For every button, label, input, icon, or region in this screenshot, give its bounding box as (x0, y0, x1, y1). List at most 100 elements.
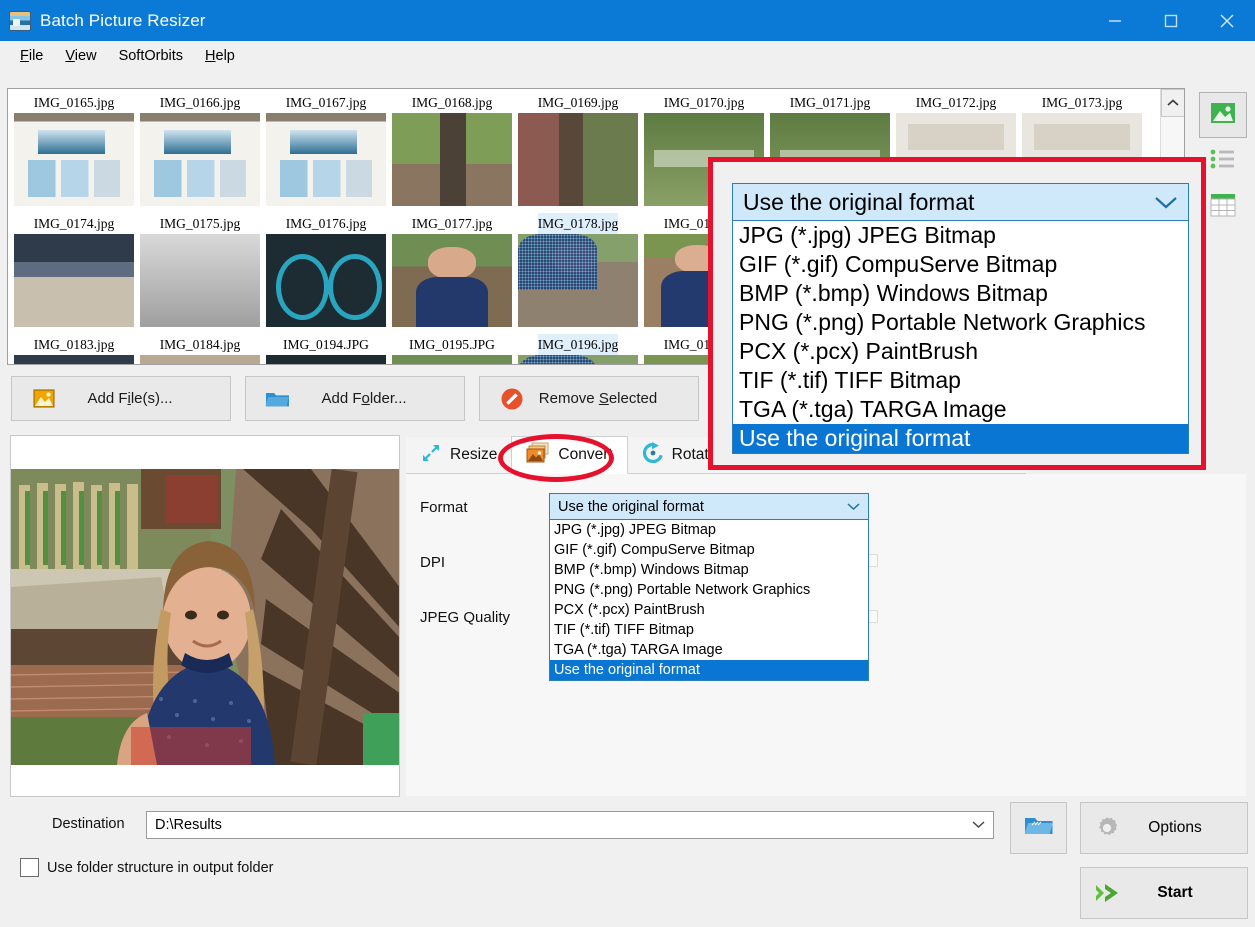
add-folder-button[interactable]: Add Folder... (245, 376, 465, 421)
callout-format-option[interactable]: PCX (*.pcx) PaintBrush (733, 337, 1188, 366)
callout-format-option[interactable]: TIF (*.tif) TIFF Bitmap (733, 366, 1188, 395)
thumbnail-image[interactable] (140, 234, 260, 327)
preview-photo-art (11, 469, 399, 765)
thumbnail-item[interactable]: IMG_0176.jpg (263, 213, 389, 332)
thumbnail-image[interactable] (518, 355, 638, 364)
thumbnail-image[interactable] (14, 234, 134, 327)
preview-pane (10, 435, 400, 797)
details-view-button[interactable] (1199, 184, 1247, 230)
tab-resize-label: Resize (450, 446, 498, 463)
remove-selected-button[interactable]: Remove Selected (479, 376, 699, 421)
folder-structure-checkbox-row[interactable]: Use folder structure in output folder (20, 858, 273, 877)
thumbnail-item[interactable]: IMG_0195.JPG (389, 334, 515, 364)
thumbnail-item[interactable]: IMG_0194.JPG (263, 334, 389, 364)
thumbnail-item[interactable]: IMG_0169.jpg (515, 92, 641, 211)
thumbnail-item[interactable]: IMG_0174.jpg (11, 213, 137, 332)
thumbnails-view-button[interactable] (1199, 92, 1247, 138)
format-option[interactable]: BMP (*.bmp) Windows Bitmap (550, 560, 868, 580)
thumbnail-image[interactable] (266, 234, 386, 327)
thumbnail-image[interactable] (140, 113, 260, 206)
open-folder-icon (1024, 814, 1054, 843)
callout-format-option[interactable]: BMP (*.bmp) Windows Bitmap (733, 279, 1188, 308)
thumbnail-item[interactable]: IMG_0178.jpg (515, 213, 641, 332)
thumbnail-item[interactable]: IMG_0183.jpg (11, 334, 137, 364)
list-icon (1210, 149, 1236, 174)
picture-icon (1210, 102, 1236, 129)
window-title: Batch Picture Resizer (40, 10, 206, 30)
format-label: Format (420, 499, 468, 516)
destination-combobox[interactable]: D:\Results (146, 811, 994, 839)
thumbnail-image[interactable] (14, 355, 134, 364)
folder-structure-checkbox[interactable] (20, 858, 39, 877)
callout-format-option[interactable]: GIF (*.gif) CompuServe Bitmap (733, 250, 1188, 279)
add-files-button[interactable]: Add File(s)... (11, 376, 231, 421)
thumbnail-image[interactable] (392, 234, 512, 327)
format-combobox[interactable]: Use the original format (549, 493, 869, 520)
format-option[interactable]: JPG (*.jpg) JPEG Bitmap (550, 520, 868, 540)
format-option[interactable]: GIF (*.gif) CompuServe Bitmap (550, 540, 868, 560)
scroll-up-button[interactable] (1161, 89, 1184, 117)
window-controls (1087, 0, 1255, 41)
format-option[interactable]: PCX (*.pcx) PaintBrush (550, 600, 868, 620)
thumbnail-image[interactable] (266, 355, 386, 364)
thumbnail-item[interactable]: IMG_0166.jpg (137, 92, 263, 211)
start-button[interactable]: Start (1080, 867, 1248, 919)
callout-format-option[interactable]: Use the original format (733, 424, 1188, 453)
thumbnail-image[interactable] (392, 355, 512, 364)
thumbnail-filename: IMG_0171.jpg (789, 95, 871, 110)
format-option[interactable]: TIF (*.tif) TIFF Bitmap (550, 620, 868, 640)
thumbnail-image[interactable] (518, 113, 638, 206)
thumbnail-item[interactable]: IMG_0184.jpg (137, 334, 263, 364)
thumbnail-image[interactable] (518, 234, 638, 327)
callout-format-combobox[interactable]: Use the original format (732, 183, 1189, 221)
menu-item-view[interactable]: View (54, 44, 107, 68)
thumbnail-image[interactable] (14, 113, 134, 206)
format-combobox-value: Use the original format (558, 498, 704, 515)
menu-item-help[interactable]: Help (194, 44, 246, 68)
thumbnail-filename: IMG_0176.jpg (285, 216, 367, 231)
thumbnail-item[interactable]: IMG_0196.jpg (515, 334, 641, 364)
chevron-down-icon (847, 499, 860, 515)
callout-format-option[interactable]: TGA (*.tga) TARGA Image (733, 395, 1188, 424)
callout-format-option[interactable]: JPG (*.jpg) JPEG Bitmap (733, 221, 1188, 250)
format-option[interactable]: TGA (*.tga) TARGA Image (550, 640, 868, 660)
menu-file-rest: ile (28, 48, 44, 64)
close-button[interactable] (1199, 0, 1255, 41)
tab-resize[interactable]: Resize (406, 437, 511, 474)
list-view-button[interactable] (1199, 138, 1247, 184)
thumbnail-image[interactable] (392, 113, 512, 206)
callout-format-option[interactable]: PNG (*.png) Portable Network Graphics (733, 308, 1188, 337)
thumbnail-filename: IMG_0167.jpg (285, 95, 367, 110)
gear-icon (1081, 815, 1133, 841)
resize-arrows-icon (420, 442, 442, 469)
view-mode-toolbar (1199, 92, 1247, 230)
thumbnail-item[interactable]: IMG_0177.jpg (389, 213, 515, 332)
thumbnail-filename: IMG_0169.jpg (537, 95, 619, 110)
menu-item-softorbits[interactable]: SoftOrbits (108, 44, 194, 68)
callout-dropdown-list[interactable]: JPG (*.jpg) JPEG Bitmap GIF (*.gif) Compu… (732, 221, 1189, 454)
thumbnail-item[interactable]: IMG_0167.jpg (263, 92, 389, 211)
thumbnail-item[interactable]: IMG_0165.jpg (11, 92, 137, 211)
thumbnail-filename: IMG_0173.jpg (1041, 95, 1123, 110)
file-actions-row: Add File(s)... Add Folder... Remove Sele… (11, 376, 699, 421)
thumbnail-filename: IMG_0170.jpg (663, 95, 745, 110)
maximize-button[interactable] (1143, 0, 1199, 41)
thumbnail-image[interactable] (140, 355, 260, 364)
format-dropdown-list[interactable]: JPG (*.jpg) JPEG Bitmap GIF (*.gif) Compu… (549, 520, 869, 681)
thumbnail-image[interactable] (266, 113, 386, 206)
chevron-down-icon (972, 817, 985, 833)
format-option[interactable]: Use the original format (550, 660, 868, 680)
format-option[interactable]: PNG (*.png) Portable Network Graphics (550, 580, 868, 600)
app-icon (9, 10, 31, 31)
minimize-button[interactable] (1087, 0, 1143, 41)
thumbnail-filename: IMG_0194.JPG (283, 337, 369, 352)
thumbnail-item[interactable]: IMG_0175.jpg (137, 213, 263, 332)
title-bar: Batch Picture Resizer (0, 0, 1255, 41)
table-icon (1210, 193, 1236, 222)
thumbnail-filename: IMG_0172.jpg (915, 95, 997, 110)
options-button[interactable]: Options (1080, 802, 1248, 854)
thumbnail-item[interactable]: IMG_0168.jpg (389, 92, 515, 211)
browse-destination-button[interactable] (1010, 802, 1067, 854)
preview-photo (11, 469, 399, 765)
menu-item-file[interactable]: File (9, 44, 54, 68)
